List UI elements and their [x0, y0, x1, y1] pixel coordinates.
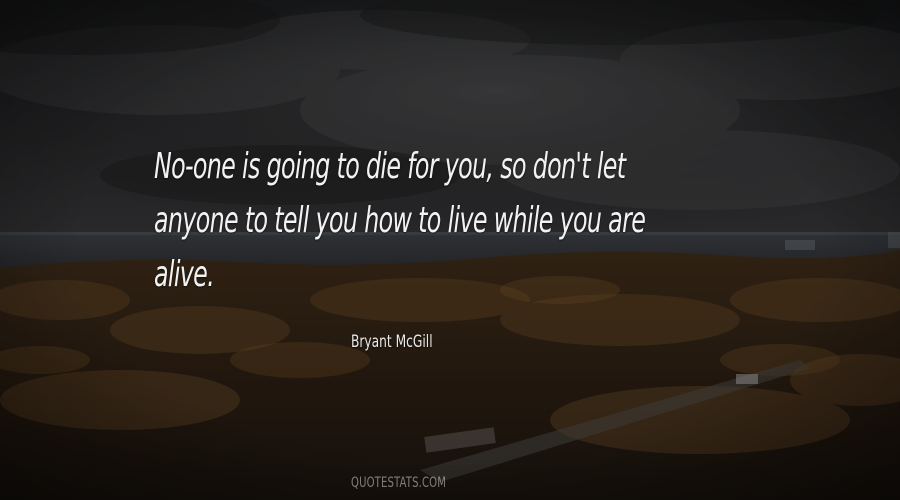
- quote-author: Bryant McGill: [351, 332, 433, 352]
- quote-card: No-one is going to die for you, so don't…: [0, 0, 900, 500]
- quote-text: No-one is going to die for you, so don't…: [154, 140, 646, 302]
- quote-line: alive.: [154, 254, 215, 295]
- quote-line: No-one is going to die for you, so don't…: [154, 146, 626, 187]
- site-watermark: QUOTESTATS.COM: [351, 475, 447, 491]
- quote-line: anyone to tell you how to live while you…: [154, 200, 646, 241]
